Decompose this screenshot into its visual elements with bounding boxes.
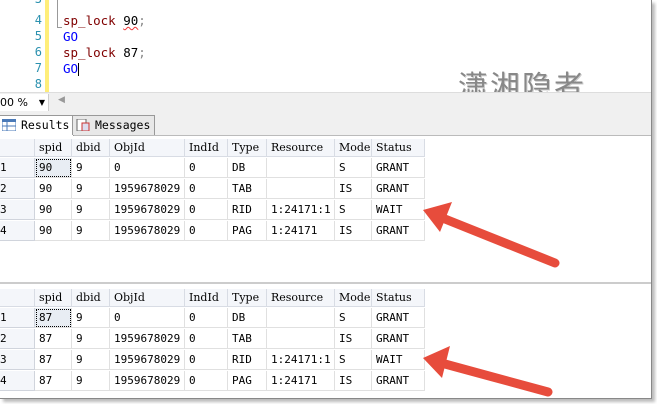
arrow-icon xyxy=(423,202,560,268)
arrow-icon xyxy=(423,346,553,397)
ssms-window: 3 4 5 6 7 8 sp_lock 90; GO sp_lock 87; G… xyxy=(0,0,652,399)
annotation-arrows xyxy=(423,202,560,397)
